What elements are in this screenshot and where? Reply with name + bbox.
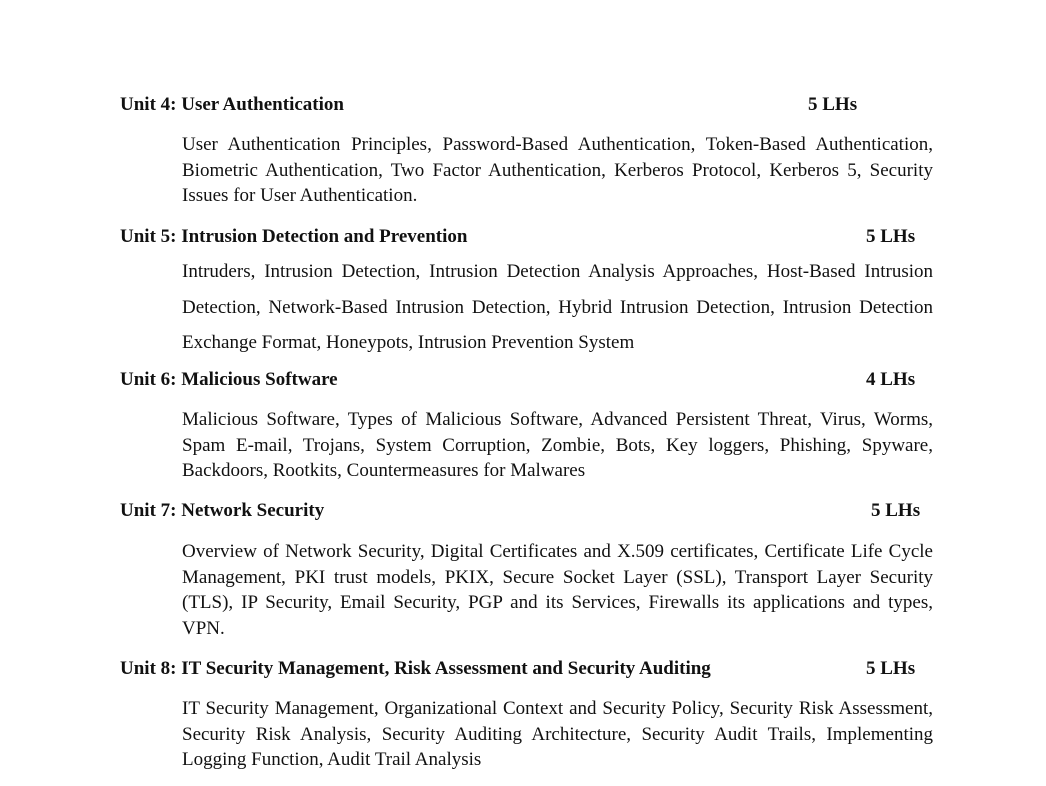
unit-4-hours: 5 LHs bbox=[808, 94, 858, 115]
unit-8-description: IT Security Management, Organizational C… bbox=[182, 698, 933, 771]
unit-7-hours: 5 LHs bbox=[871, 500, 921, 521]
unit-8-hours: 5 LHs bbox=[866, 658, 916, 679]
unit-7-description: Overview of Network Security, Digital Ce… bbox=[182, 541, 933, 639]
unit-8-title: Unit 8: IT Security Management, Risk Ass… bbox=[120, 658, 711, 679]
unit-5-title: Unit 5: Intrusion Detection and Preventi… bbox=[120, 226, 468, 247]
unit-4-title: Unit 4: User Authentication bbox=[120, 94, 344, 115]
unit-5-hours: 5 LHs bbox=[866, 226, 916, 247]
unit-7-title: Unit 7: Network Security bbox=[120, 500, 325, 521]
unit-4-description: User Authentication Principles, Password… bbox=[182, 134, 933, 207]
unit-6-description: Malicious Software, Types of Malicious S… bbox=[182, 409, 933, 482]
unit-6-title: Unit 6: Malicious Software bbox=[120, 369, 338, 390]
unit-6-hours: 4 LHs bbox=[866, 369, 916, 390]
unit-5-description: Intruders, Intrusion Detection, Intrusio… bbox=[182, 261, 933, 353]
